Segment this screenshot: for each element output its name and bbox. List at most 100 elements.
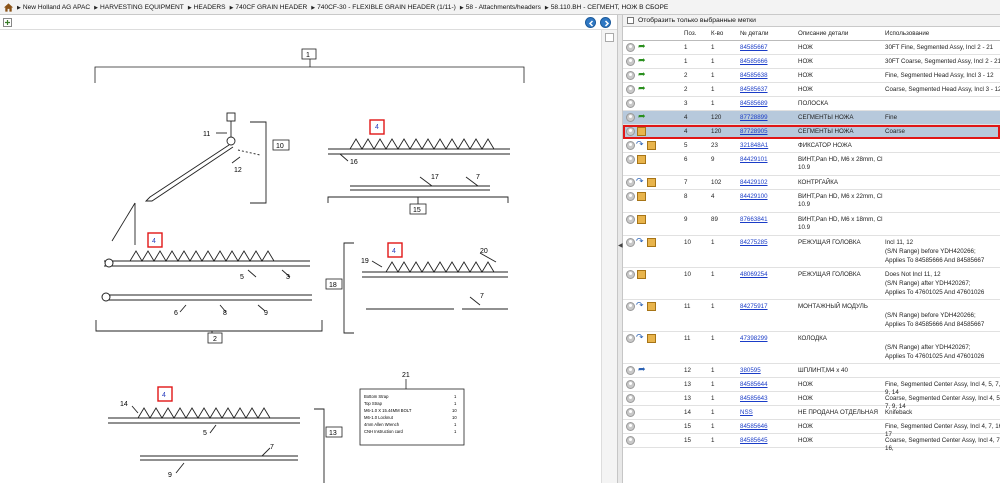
table-row[interactable]: 6 9 84429101 ВИНТ,Pan HD, M6 x 28mm, Cl 10.… bbox=[623, 153, 1000, 176]
part-number-link[interactable]: 84585638 bbox=[740, 72, 768, 80]
info-icon[interactable] bbox=[626, 43, 635, 52]
part-number-link[interactable]: 84585644 bbox=[740, 381, 768, 389]
add-to-cart-arrow-icon[interactable]: ➦ bbox=[638, 55, 647, 65]
callout-5[interactable]: 5 bbox=[240, 274, 244, 281]
part-number-link[interactable]: 84429101 bbox=[740, 156, 768, 164]
callout-6[interactable]: 6 bbox=[174, 310, 178, 317]
info-icon[interactable] bbox=[626, 192, 635, 201]
show-selected-only-checkbox[interactable] bbox=[627, 17, 634, 24]
add-to-cart-arrow-icon[interactable]: ➦ bbox=[638, 364, 647, 374]
column-part-number[interactable]: № детали bbox=[740, 30, 768, 37]
table-row[interactable]: ➦ 4 120 87728899 СЕГМЕНТЫ НОЖА Fine bbox=[623, 111, 1000, 125]
info-icon[interactable] bbox=[626, 178, 635, 187]
next-page-button[interactable] bbox=[600, 17, 611, 28]
column-description[interactable]: Описание детали bbox=[798, 30, 848, 37]
add-to-cart-arrow-icon[interactable]: ➦ bbox=[638, 83, 647, 93]
table-row[interactable]: ➦ 12 1 380595 ШПЛИНТ,M4 x 40 bbox=[623, 364, 1000, 378]
part-number-link[interactable]: 84275285 bbox=[740, 239, 768, 247]
table-row[interactable]: ➦ 1 1 84585667 НОЖ 30FT Fine, Segmented Assy,… bbox=[623, 41, 1000, 55]
callout-4c[interactable]: 4 bbox=[392, 248, 396, 255]
zoom-fit-icon[interactable] bbox=[3, 18, 12, 27]
breadcrumb-item[interactable]: New Holland AG APAC bbox=[17, 4, 90, 11]
info-icon[interactable] bbox=[626, 141, 635, 150]
collapse-left-icon[interactable]: ◀ bbox=[618, 242, 623, 249]
info-icon[interactable] bbox=[626, 394, 635, 403]
table-row[interactable]: 13 1 84585643 НОЖ Coarse, Segmented Center A… bbox=[623, 392, 1000, 410]
callout-14[interactable]: 14 bbox=[120, 401, 128, 408]
callout-17[interactable]: 17 bbox=[431, 174, 439, 181]
breadcrumb-item[interactable]: 58 - Attachments/headers bbox=[460, 4, 541, 11]
swap-arrow-icon[interactable]: ↷ bbox=[636, 332, 645, 342]
package-icon[interactable] bbox=[647, 141, 656, 150]
part-number-link[interactable]: 87663841 bbox=[740, 216, 768, 224]
table-row[interactable]: 13 1 84585644 НОЖ Fine, Segmented Center Ass… bbox=[623, 378, 1000, 396]
swap-arrow-icon[interactable]: ↷ bbox=[636, 236, 645, 246]
table-row[interactable]: 15 1 84585646 НОЖ Fine, Segmented Center Ass… bbox=[623, 420, 1000, 438]
info-icon[interactable] bbox=[626, 366, 635, 375]
package-icon[interactable] bbox=[647, 302, 656, 311]
callout-8[interactable]: 8 bbox=[223, 310, 227, 317]
info-icon[interactable] bbox=[626, 302, 635, 311]
swap-arrow-icon[interactable]: ↷ bbox=[636, 300, 645, 310]
breadcrumb-item[interactable]: 740CF-30 - FLEXIBLE GRAIN HEADER (1/11-) bbox=[311, 4, 456, 11]
callout-9b[interactable]: 9 bbox=[168, 472, 172, 479]
part-number-link[interactable]: 84429100 bbox=[740, 193, 768, 201]
part-number-link[interactable]: 321848A1 bbox=[740, 142, 768, 150]
callout-9[interactable]: 9 bbox=[264, 310, 268, 317]
callout-4b[interactable]: 4 bbox=[152, 238, 156, 245]
table-row[interactable]: ↷ 11 1 84275917 МОНТАЖНЫЙ МОДУЛЬ (S/N Range) … bbox=[623, 300, 1000, 332]
part-number-link[interactable]: 84585645 bbox=[740, 437, 768, 445]
table-row[interactable]: ➦ 2 1 84585637 НОЖ Coarse, Segmented Head Ass… bbox=[623, 83, 1000, 97]
part-number-link[interactable]: 84585646 bbox=[740, 423, 768, 431]
part-number-link[interactable]: 84585667 bbox=[740, 44, 768, 52]
table-row[interactable]: ↷ 10 1 84275285 РЕЖУЩАЯ ГОЛОВКА Incl 11, 12 (S… bbox=[623, 236, 1000, 268]
part-number-link[interactable]: 84585689 bbox=[740, 100, 768, 108]
part-number-link[interactable]: 84429102 bbox=[740, 179, 768, 187]
home-icon[interactable] bbox=[3, 2, 14, 13]
table-row[interactable]: 14 1 NSS НЕ ПРОДАНА ОТДЕЛЬНАЯ Knifeback bbox=[623, 406, 1000, 420]
table-row[interactable]: ↷ 11 1 47398299 КОЛОДКА (S/N Range) after YDH… bbox=[623, 332, 1000, 364]
swap-arrow-icon[interactable]: ↷ bbox=[636, 176, 645, 186]
callout-16[interactable]: 16 bbox=[350, 159, 358, 166]
callout-7c[interactable]: 7 bbox=[270, 444, 274, 451]
callout-18[interactable]: 18 bbox=[329, 282, 337, 289]
table-row[interactable]: 8 4 84429100 ВИНТ,Pan HD, M6 x 22mm, Cl 10.… bbox=[623, 190, 1000, 213]
table-row[interactable]: ➦ 2 1 84585638 НОЖ Fine, Segmented Head Assy,… bbox=[623, 69, 1000, 83]
package-icon[interactable] bbox=[647, 334, 656, 343]
column-usage[interactable]: Использование bbox=[885, 30, 929, 37]
package-icon[interactable] bbox=[637, 127, 646, 136]
package-icon[interactable] bbox=[637, 215, 646, 224]
info-icon[interactable] bbox=[626, 85, 635, 94]
table-row[interactable]: ➦ 1 1 84585666 НОЖ 30FT Coarse, Segmented Ass… bbox=[623, 55, 1000, 69]
callout-21[interactable]: 21 bbox=[402, 372, 410, 379]
callout-7[interactable]: 7 bbox=[476, 174, 480, 181]
package-icon[interactable] bbox=[647, 178, 656, 187]
table-row[interactable]: 4 120 87728905 СЕГМЕНТЫ НОЖА Coarse bbox=[623, 125, 1000, 139]
part-number-link[interactable]: 87728899 bbox=[740, 114, 768, 122]
add-to-cart-arrow-icon[interactable]: ➦ bbox=[638, 111, 647, 121]
info-icon[interactable] bbox=[626, 408, 635, 417]
callout-2[interactable]: 2 bbox=[213, 336, 217, 343]
info-icon[interactable] bbox=[626, 155, 635, 164]
breadcrumb-item[interactable]: 740CF GRAIN HEADER bbox=[230, 4, 307, 11]
callout-12[interactable]: 12 bbox=[234, 167, 242, 174]
info-icon[interactable] bbox=[626, 334, 635, 343]
info-icon[interactable] bbox=[626, 127, 635, 136]
part-number-link[interactable]: 84585643 bbox=[740, 395, 768, 403]
callout-4[interactable]: 4 bbox=[375, 124, 379, 131]
part-number-link[interactable]: 84275917 bbox=[740, 303, 768, 311]
callout-15[interactable]: 15 bbox=[413, 207, 421, 214]
info-icon[interactable] bbox=[626, 113, 635, 122]
part-number-link[interactable]: NSS bbox=[740, 409, 753, 417]
package-icon[interactable] bbox=[637, 192, 646, 201]
part-number-link[interactable]: 84585637 bbox=[740, 86, 768, 94]
info-icon[interactable] bbox=[626, 99, 635, 108]
info-icon[interactable] bbox=[626, 270, 635, 279]
info-icon[interactable] bbox=[626, 71, 635, 80]
callout-19[interactable]: 19 bbox=[361, 258, 369, 265]
package-icon[interactable] bbox=[637, 155, 646, 164]
part-number-link[interactable]: 380595 bbox=[740, 367, 761, 375]
part-number-link[interactable]: 87728905 bbox=[740, 128, 768, 136]
breadcrumb-item[interactable]: 58.110.BH - СЕГМЕНТ, НОЖ В СБОРЕ bbox=[545, 4, 669, 11]
info-icon[interactable] bbox=[626, 57, 635, 66]
